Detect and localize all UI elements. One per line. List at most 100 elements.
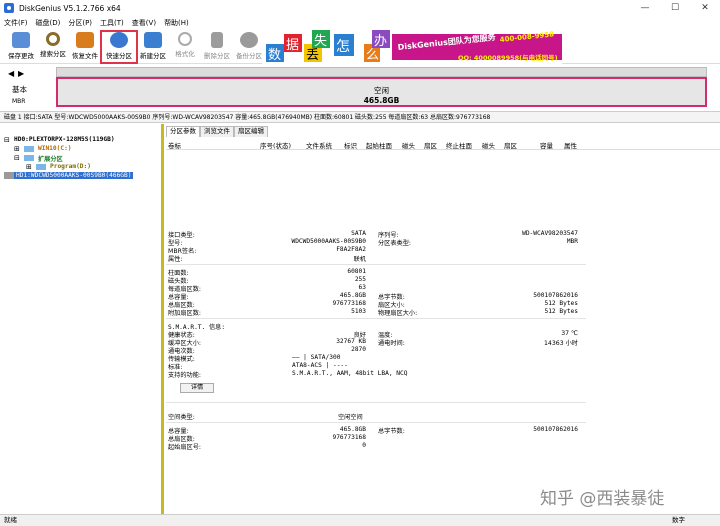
app-icon [4, 3, 14, 13]
smart-details-button[interactable]: 详情 [180, 383, 214, 393]
detail-value: 500107862016 [533, 292, 578, 299]
free-space-size: 465.8GB [363, 96, 400, 105]
tree-item-program[interactable]: Program(D:) [50, 163, 91, 170]
detail-value: 14363 小时 [543, 340, 578, 347]
col-end-sector[interactable]: 扇区 [504, 140, 517, 150]
disk-icon [4, 172, 14, 179]
divider [166, 318, 586, 319]
col-attributes[interactable]: 属性 [564, 140, 577, 150]
ad-char-me: 么 [366, 48, 379, 63]
detail-label: 属性: [168, 256, 183, 263]
detail-value: 37 ℃ [561, 330, 578, 337]
col-start-head[interactable]: 磁头 [402, 140, 415, 150]
detail-value: —— | SATA/300 [292, 354, 341, 361]
detail-value: 512 Bytes [544, 300, 578, 307]
col-filesystem[interactable]: 文件系统 [306, 140, 332, 150]
menu-file[interactable]: 文件(F) [0, 18, 32, 28]
detail-value: ATA8-ACS | ---- [292, 362, 348, 369]
partition-table-header: 卷标 序号(状态) 文件系统 标识 起始柱面 磁头 扇区 终止柱面 磁头 扇区 … [166, 138, 720, 150]
numlock-indicator: 数字 [672, 516, 685, 524]
partition-icon [24, 146, 34, 152]
prev-disk-arrow[interactable]: ◀ [8, 69, 14, 78]
detail-label: 通电时间: [378, 340, 405, 347]
partition-icon [36, 164, 46, 170]
format-icon [178, 32, 192, 46]
tree-toggle-hd0[interactable]: ⊟ [4, 136, 10, 144]
detail-label: 附加扇区数: [168, 310, 202, 317]
title-bar: DiskGenius V5.1.2.766 x64 — ☐ ✕ [0, 0, 720, 16]
menu-partition[interactable]: 分区(P) [64, 18, 96, 28]
detail-label: 起始扇区号: [168, 444, 202, 451]
status-bar: 就绪 数字 [0, 514, 720, 526]
detail-label: 总字节数: [378, 428, 405, 435]
tree-toggle-extended[interactable]: ⊟ [14, 154, 20, 162]
detail-value: 2870 [351, 346, 366, 353]
save-changes-button[interactable]: 保存更改 [4, 32, 38, 62]
col-start-sector[interactable]: 扇区 [424, 140, 437, 150]
menu-bar: 文件(F) 磁盘(D) 分区(P) 工具(T) 查看(V) 帮助(H) [0, 16, 720, 30]
detail-value: 255 [354, 276, 366, 283]
backup-icon [240, 32, 258, 48]
search-partition-button[interactable]: 搜索分区 [36, 32, 70, 62]
menu-disk[interactable]: 磁盘(D) [32, 18, 65, 28]
ad-char-ju: 据 [286, 38, 299, 53]
divider [166, 422, 586, 423]
divider [166, 264, 586, 265]
ad-char-shi: 失 [314, 34, 327, 49]
tree-item-extended[interactable]: 扩展分区 [38, 154, 63, 163]
col-index-status[interactable]: 序号(状态) [260, 140, 291, 150]
tree-item-win10[interactable]: WIN10(C:) [38, 145, 72, 152]
col-start-cylinder[interactable]: 起始柱面 [366, 140, 392, 150]
watermark: 知乎 @西装暴徒 [540, 489, 665, 509]
tab-partition-params[interactable]: 分区参数 [166, 126, 200, 137]
ad-char-zen: 怎 [336, 39, 350, 55]
window-title: DiskGenius V5.1.2.766 x64 [19, 3, 121, 13]
detail-value: 976773168 [332, 434, 366, 441]
close-button[interactable]: ✕ [690, 0, 720, 16]
menu-view[interactable]: 查看(V) [128, 18, 160, 28]
divider [166, 402, 586, 403]
tree-toggle-win10[interactable]: ⊞ [14, 145, 20, 153]
menu-help[interactable]: 帮助(H) [160, 18, 193, 28]
magnifier-icon [46, 32, 60, 46]
disk-info-bar: 磁盘 1 接口:SATA 型号:WDCWD5000AAKS-00S9B0 序列号… [0, 111, 720, 123]
disk-details: 接口类型: SATA 型号: WDCWD5000AAKS-00S9B0 MBR签… [166, 228, 720, 458]
tree-item-hd0[interactable]: HD0:PLEXTORPX-128M5S(119GB) [14, 136, 115, 143]
tab-sector-edit[interactable]: 扇区编辑 [234, 126, 268, 137]
free-space-label: 空闲 [374, 86, 389, 95]
next-disk-arrow[interactable]: ▶ [18, 69, 24, 78]
detail-value: 500107862016 [533, 426, 578, 433]
col-end-cylinder[interactable]: 终止柱面 [446, 140, 472, 150]
recover-files-button[interactable]: 恢复文件 [68, 32, 102, 62]
delete-partition-button[interactable]: 删除分区 [200, 32, 234, 62]
col-volume-label[interactable]: 卷标 [168, 140, 181, 150]
col-id[interactable]: 标识 [344, 140, 357, 150]
detail-value: SATA [351, 230, 366, 237]
ad-banner[interactable]: 数 据 丢 失 怎 么 办 DiskGenius团队为您服务 400-008-9… [262, 30, 562, 64]
tree-toggle-program[interactable]: ⊞ [26, 163, 32, 171]
partition-style-label: MBR [12, 98, 26, 105]
free-space-block[interactable]: 空闲 465.8GB [56, 77, 707, 107]
detail-value: 465.8GB [339, 292, 366, 299]
ad-char-diu: 丢 [306, 48, 319, 63]
detail-value: MBR [566, 238, 578, 245]
disk-type-label: 基本 [12, 85, 27, 94]
col-capacity[interactable]: 容量 [540, 140, 553, 150]
partition-icon [24, 155, 34, 161]
tree-item-hd1[interactable]: HD1:WDCWD5000AAKS-00S9B0(466GB) [14, 172, 134, 179]
new-partition-icon [144, 32, 162, 48]
col-end-head[interactable]: 磁头 [482, 140, 495, 150]
new-partition-button[interactable]: 新建分区 [136, 32, 170, 62]
detail-value: 63 [358, 284, 366, 291]
detail-value: 0 [362, 442, 366, 449]
trash-icon [211, 32, 223, 48]
tab-browse-files[interactable]: 浏览文件 [200, 126, 234, 137]
menu-tools[interactable]: 工具(T) [96, 18, 128, 28]
maximize-button[interactable]: ☐ [660, 0, 690, 16]
format-button[interactable]: 格式化 [168, 32, 202, 62]
ad-qq-text: QQ: 4000089958(与电话同号) [458, 53, 558, 62]
quick-partition-highlight [100, 30, 138, 64]
backup-partition-button[interactable]: 备份分区 [232, 32, 266, 62]
detail-value: S.M.A.R.T., AAM, 48bit LBA, NCQ [292, 370, 408, 377]
minimize-button[interactable]: — [630, 0, 660, 16]
